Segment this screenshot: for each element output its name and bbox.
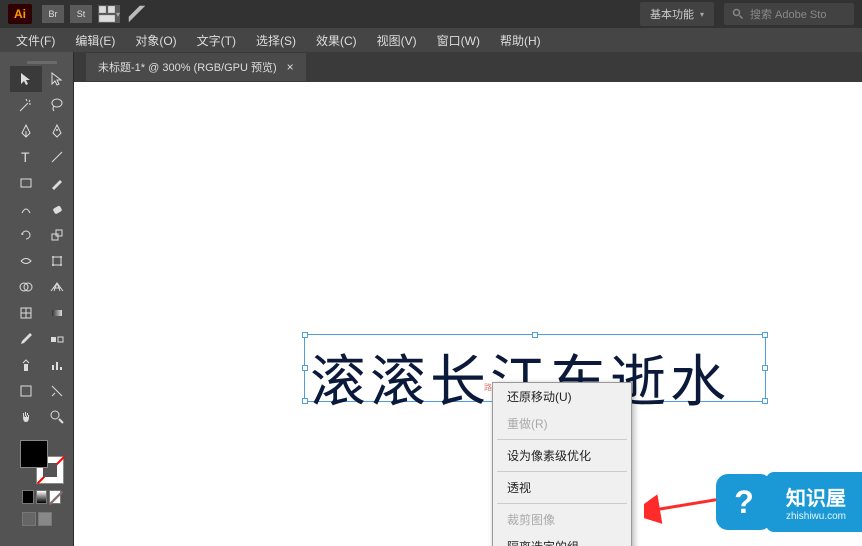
workspace-label: 基本功能 (650, 6, 694, 22)
cm-separator (497, 503, 627, 504)
search-input[interactable]: 搜索 Adobe Sto (724, 3, 854, 25)
gradient-tool[interactable] (42, 300, 74, 326)
watermark-title: 知识屋 (786, 482, 846, 511)
svg-text:T: T (21, 149, 30, 165)
canvas[interactable]: 滚滚长江东逝水 路径 还原移动(U) 重做(R) 设为像素级优化 透视 裁剪图像… (74, 82, 862, 546)
swatch-gradient[interactable] (36, 490, 48, 504)
cm-pixel-optimize[interactable]: 设为像素级优化 (493, 442, 631, 469)
menu-view[interactable]: 视图(V) (369, 30, 425, 51)
search-placeholder: 搜索 Adobe Sto (750, 6, 826, 22)
screen-mode-full[interactable] (38, 512, 52, 526)
cm-crop: 裁剪图像 (493, 506, 631, 533)
panel-grip[interactable] (10, 58, 73, 66)
shaper-tool[interactable] (10, 196, 42, 222)
menu-type[interactable]: 文字(T) (189, 30, 244, 51)
type-tool[interactable]: T (10, 144, 42, 170)
stock-icon[interactable]: St (70, 5, 92, 23)
menu-window[interactable]: 窗口(W) (429, 30, 488, 51)
eraser-tool[interactable] (42, 196, 74, 222)
menu-object[interactable]: 对象(O) (127, 30, 184, 51)
handle-top-right[interactable] (762, 332, 768, 338)
chevron-down-icon: ▾ (700, 10, 704, 19)
cm-separator (497, 439, 627, 440)
document-tabs: 未标题-1* @ 300% (RGB/GPU 预览) × (74, 52, 862, 82)
workspace-switcher[interactable]: 基本功能 ▾ (640, 2, 714, 26)
watermark-badge-icon: ? (716, 474, 772, 530)
free-transform-tool[interactable] (42, 248, 74, 274)
swatch-color[interactable] (22, 490, 34, 504)
rectangle-tool[interactable] (10, 170, 42, 196)
handle-bottom-left[interactable] (302, 398, 308, 404)
app-header: Ai Br St ▾ 基本功能 ▾ 搜索 Adobe Sto (0, 0, 862, 28)
pen-tool[interactable] (10, 118, 42, 144)
menu-help[interactable]: 帮助(H) (492, 30, 549, 51)
watermark: ? 知识屋 zhishiwu.com (716, 472, 862, 532)
graph-tool[interactable] (42, 352, 74, 378)
line-tool[interactable] (42, 144, 74, 170)
search-icon (732, 8, 744, 20)
feather-icon[interactable] (126, 5, 148, 23)
scale-tool[interactable] (42, 222, 74, 248)
handle-top-left[interactable] (302, 332, 308, 338)
curvature-tool[interactable] (42, 118, 74, 144)
direct-selection-tool[interactable] (42, 66, 74, 92)
cm-isolate[interactable]: 隔离选定的组 (493, 533, 631, 546)
hand-tool[interactable] (10, 404, 42, 430)
fill-color[interactable] (20, 440, 48, 468)
arrange-icon[interactable]: ▾ (98, 5, 120, 23)
handle-right-mid[interactable] (762, 365, 768, 371)
screen-mode-normal[interactable] (22, 512, 36, 526)
main-menu: 文件(F) 编辑(E) 对象(O) 文字(T) 选择(S) 效果(C) 视图(V… (0, 28, 862, 52)
cm-redo: 重做(R) (493, 410, 631, 437)
menu-effect[interactable]: 效果(C) (308, 30, 365, 51)
menu-file[interactable]: 文件(F) (8, 30, 63, 51)
tool-panel: T (10, 52, 74, 546)
swatch-none[interactable] (49, 490, 61, 504)
canvas-area: 未标题-1* @ 300% (RGB/GPU 预览) × 滚滚长江东逝水 路径 … (74, 52, 862, 546)
rotate-tool[interactable] (10, 222, 42, 248)
paintbrush-tool[interactable] (42, 170, 74, 196)
bridge-icon[interactable]: Br (42, 5, 64, 23)
perspective-grid-tool[interactable] (42, 274, 74, 300)
document-title: 未标题-1* @ 300% (RGB/GPU 预览) (98, 59, 277, 75)
width-tool[interactable] (10, 248, 42, 274)
close-icon[interactable]: × (287, 60, 294, 74)
app-logo: Ai (8, 4, 32, 24)
lasso-tool[interactable] (42, 92, 74, 118)
selection-tool[interactable] (10, 66, 42, 92)
watermark-subtitle: zhishiwu.com (786, 511, 846, 522)
menu-select[interactable]: 选择(S) (248, 30, 304, 51)
cm-undo[interactable]: 还原移动(U) (493, 383, 631, 410)
artboard-tool[interactable] (10, 378, 42, 404)
cm-separator (497, 471, 627, 472)
zoom-tool[interactable] (42, 404, 74, 430)
context-menu: 还原移动(U) 重做(R) 设为像素级优化 透视 裁剪图像 隔离选定的组 取消编… (492, 382, 632, 546)
shape-builder-tool[interactable] (10, 274, 42, 300)
cm-perspective[interactable]: 透视 (493, 474, 631, 501)
magic-wand-tool[interactable] (10, 92, 42, 118)
handle-left-mid[interactable] (302, 365, 308, 371)
slice-tool[interactable] (42, 378, 74, 404)
symbol-sprayer-tool[interactable] (10, 352, 42, 378)
mesh-tool[interactable] (10, 300, 42, 326)
color-swatches (10, 430, 73, 534)
eyedropper-tool[interactable] (10, 326, 42, 352)
blend-tool[interactable] (42, 326, 74, 352)
document-tab[interactable]: 未标题-1* @ 300% (RGB/GPU 预览) × (86, 53, 306, 81)
menu-edit[interactable]: 编辑(E) (67, 30, 123, 51)
control-strip (0, 52, 10, 546)
handle-bottom-right[interactable] (762, 398, 768, 404)
